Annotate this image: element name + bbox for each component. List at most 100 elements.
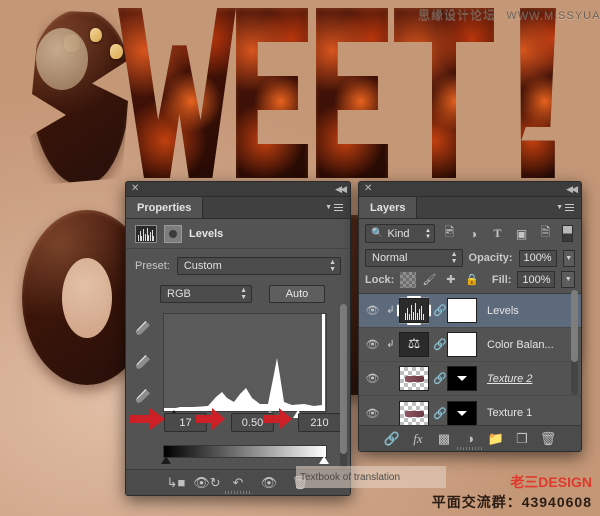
set-black-point-eyedropper[interactable] xyxy=(132,317,154,339)
collapse-icon[interactable]: ◀◀ xyxy=(335,184,347,195)
clipping-mask-indicator: ↲ xyxy=(386,305,395,316)
layer-visibility-icon[interactable]: 👁 xyxy=(363,304,382,317)
layer-filter-row: 🔍 Kind ▲ ▼ 🖻 ◑ T ▣ 🗎 xyxy=(359,219,581,247)
layer-mask-thumbnail[interactable] xyxy=(447,332,477,357)
blend-mode-row: Normal ▲ ▼ Opacity: 100% ▼ xyxy=(359,247,581,271)
tab-properties[interactable]: Properties xyxy=(126,197,204,218)
highlight-input-field[interactable]: 210 xyxy=(298,413,341,432)
toggle-layer-visibility-icon[interactable]: 👁 xyxy=(254,472,284,494)
set-white-point-eyedropper[interactable] xyxy=(132,385,154,407)
layer-row-levels[interactable]: 👁 ↲ 🔗 Levels xyxy=(359,294,581,328)
mask-link-icon[interactable]: 🔗 xyxy=(433,372,447,385)
filter-enable-toggle[interactable] xyxy=(562,225,573,242)
layer-mask-thumbnail[interactable] xyxy=(447,400,477,426)
layer-name-color-balance[interactable]: Color Balan... xyxy=(487,339,554,351)
output-white-slider[interactable] xyxy=(319,456,329,464)
shape-layer-filter-icon[interactable]: ▣ xyxy=(512,224,531,243)
lock-position-icon[interactable]: ✚ xyxy=(443,272,458,288)
layer-thumbnail-texture-2[interactable] xyxy=(399,366,429,391)
layers-scrollbar-thumb[interactable] xyxy=(571,290,578,362)
channel-value: RGB xyxy=(167,288,191,300)
properties-scrollbar[interactable] xyxy=(340,304,347,469)
type-layer-filter-icon[interactable]: T xyxy=(488,224,507,243)
layer-name-texture-1[interactable]: Texture 1 xyxy=(487,407,532,419)
adjustment-header: Levels xyxy=(126,219,350,249)
menu-bars-icon xyxy=(334,202,343,213)
output-black-slider[interactable] xyxy=(161,456,171,464)
clip-to-layer-icon[interactable] xyxy=(164,224,182,243)
properties-tab-row: Properties ▼ xyxy=(126,197,350,219)
pixel-layer-filter-icon[interactable]: 🖻 xyxy=(440,224,459,243)
smart-object-filter-icon[interactable]: 🗎 xyxy=(536,224,555,243)
close-icon[interactable]: ✕ xyxy=(364,184,372,194)
view-previous-state-icon[interactable]: 👁↻ xyxy=(192,472,222,494)
watermark-brand: 老三DESIGN xyxy=(510,474,592,490)
levels-histogram[interactable] xyxy=(163,313,327,412)
opacity-field[interactable]: 100% xyxy=(518,249,557,267)
adjustment-layer-filter-icon[interactable]: ◑ xyxy=(464,224,483,243)
fill-field[interactable]: 100% xyxy=(517,271,556,288)
collapse-icon[interactable]: ◀◀ xyxy=(566,184,578,195)
layer-name-texture-2[interactable]: Texture 2 xyxy=(487,373,532,385)
layers-scrollbar[interactable] xyxy=(571,290,578,395)
close-icon[interactable]: ✕ xyxy=(131,184,139,194)
mask-link-icon[interactable]: 🔗 xyxy=(433,304,447,317)
panel-menu-icon[interactable]: ▼ xyxy=(318,197,350,218)
artwork-letter-t xyxy=(394,8,494,178)
panel-resize-grip[interactable] xyxy=(225,491,251,494)
layer-visibility-icon[interactable]: 👁 xyxy=(363,407,382,420)
output-levels-sliders[interactable] xyxy=(158,456,333,466)
layer-kind-filter[interactable]: 🔍 Kind ▲ ▼ xyxy=(365,224,435,243)
layer-name-levels[interactable]: Levels xyxy=(487,305,519,317)
fill-label: Fill: xyxy=(491,273,512,286)
fill-dropdown-icon[interactable]: ▼ xyxy=(561,271,576,288)
add-layer-mask-icon[interactable]: ▩ xyxy=(434,429,454,449)
preset-value: Custom xyxy=(183,260,222,272)
properties-scrollbar-thumb[interactable] xyxy=(340,304,347,454)
layer-thumbnail-texture-1[interactable] xyxy=(399,400,429,426)
layer-visibility-icon[interactable]: 👁 xyxy=(363,372,382,385)
new-adjustment-layer-icon[interactable]: ◑ xyxy=(460,429,480,449)
link-layers-icon[interactable]: 🔗 xyxy=(382,429,402,449)
delete-layer-icon[interactable]: 🗑 xyxy=(538,429,558,449)
layer-mask-thumbnail[interactable] xyxy=(447,298,477,323)
lock-image-pixels-icon[interactable]: 🖌 xyxy=(422,272,437,288)
lock-all-icon[interactable]: 🔒 xyxy=(465,272,480,288)
tab-layers[interactable]: Layers xyxy=(359,197,418,218)
auto-button[interactable]: Auto xyxy=(269,285,325,303)
auto-button-label: Auto xyxy=(285,288,309,300)
tab-properties-label: Properties xyxy=(137,201,192,214)
chevron-updown-icon: ▲ ▼ xyxy=(425,227,431,240)
layer-thumbnail-color-balance[interactable]: ⚖ xyxy=(399,332,429,357)
opacity-dropdown-icon[interactable]: ▼ xyxy=(562,249,575,267)
search-icon: 🔍 xyxy=(371,228,384,239)
watermark-top: 思缘设计论坛 WWW.MISSYUAN.COM xyxy=(418,6,600,23)
layer-mask-thumbnail[interactable] xyxy=(447,366,477,391)
lock-row: Lock: 🖌 ✚ 🔒 Fill: 100% ▼ xyxy=(359,271,581,294)
layer-row-texture-2[interactable]: 👁 🔗 Texture 2 xyxy=(359,362,581,396)
tab-layers-label: Layers xyxy=(370,201,406,214)
layer-row-color-balance[interactable]: 👁 ↲ ⚖ 🔗 Color Balan... xyxy=(359,328,581,362)
add-layer-style-icon[interactable]: fx xyxy=(408,429,428,449)
clipping-mask-indicator: ↲ xyxy=(386,339,395,350)
channel-select[interactable]: RGB ▲ ▼ xyxy=(160,285,252,303)
preset-select[interactable]: Custom ▲ ▼ xyxy=(176,257,341,275)
lock-transparent-pixels-icon[interactable] xyxy=(400,271,416,288)
watermark-forum-name: 思缘设计论坛 xyxy=(418,8,497,22)
mask-link-icon[interactable]: 🔗 xyxy=(433,407,447,420)
blend-mode-select[interactable]: Normal ▲ ▼ xyxy=(365,249,463,267)
histogram-graph xyxy=(164,314,325,411)
layer-kind-value: Kind xyxy=(387,227,410,240)
layers-tab-row: Layers ▼ xyxy=(359,197,581,219)
panel-resize-grip[interactable] xyxy=(457,447,483,450)
new-layer-icon[interactable]: ❐ xyxy=(512,429,532,449)
properties-panel[interactable]: ✕ ◀◀ Properties ▼ Levels Preset: Custom … xyxy=(125,181,351,496)
artwork-letter-e-2 xyxy=(316,8,388,178)
set-gray-point-eyedropper[interactable] xyxy=(132,351,154,373)
clip-to-layer-icon[interactable]: ↳■ xyxy=(161,472,191,494)
layers-panel[interactable]: ✕ ◀◀ Layers ▼ 🔍 Kind ▲ ▼ 🖻 ◑ T ▣ 🗎 Normal… xyxy=(358,181,582,452)
mask-link-icon[interactable]: 🔗 xyxy=(433,338,447,351)
new-group-icon[interactable]: 📁 xyxy=(486,429,506,449)
panel-menu-icon[interactable]: ▼ xyxy=(549,197,581,218)
layer-visibility-icon[interactable]: 👁 xyxy=(363,338,382,351)
